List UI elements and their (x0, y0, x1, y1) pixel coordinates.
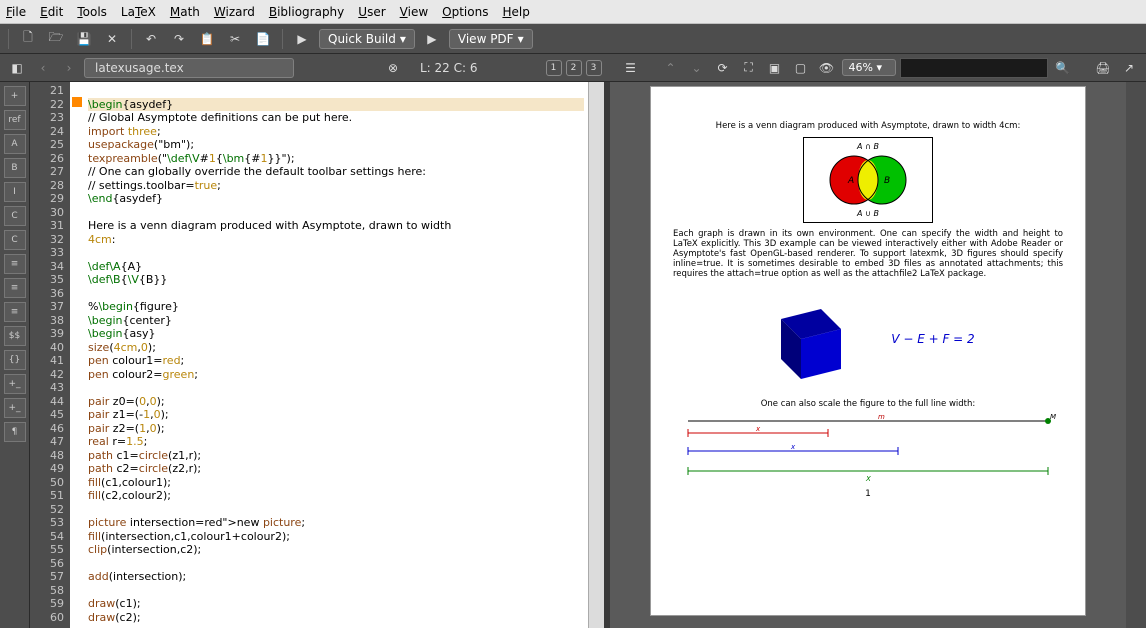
run-icon[interactable]: ▶ (291, 28, 313, 50)
svg-text:B: B (884, 176, 890, 186)
cut-icon[interactable]: ✂ (224, 28, 246, 50)
sync-icon[interactable]: ⟳ (712, 57, 734, 79)
cube-figure (761, 289, 861, 389)
pdf-preview[interactable]: Here is a venn diagram produced with Asy… (610, 82, 1126, 628)
pdf-para1: Here is a venn diagram produced with Asy… (673, 121, 1063, 131)
euler-formula: V − E + F = 2 (891, 332, 974, 346)
pdf-para3: One can also scale the figure to the ful… (673, 399, 1063, 409)
back-icon[interactable]: ‹ (32, 57, 54, 79)
venn-diagram: A B (808, 151, 928, 209)
bookmark-icon[interactable] (72, 97, 82, 107)
sidebar-btn-13[interactable]: +_ (4, 398, 26, 418)
page3-icon[interactable]: 3 (586, 60, 602, 76)
right-margin (1126, 82, 1146, 628)
new-file-icon[interactable]: 🗋 (17, 28, 39, 50)
sidebar-btn-8[interactable]: ≡ (4, 278, 26, 298)
svg-text:x: x (755, 425, 761, 433)
close-tab-icon[interactable]: ⊗ (382, 57, 404, 79)
external-icon[interactable]: ↗ (1118, 57, 1140, 79)
code-area[interactable]: \begin{asydef}// Global Asymptote defini… (84, 82, 588, 628)
open-file-icon[interactable]: 🗁 (45, 28, 67, 50)
file-tab[interactable]: latexusage.tex (84, 58, 294, 78)
menu-help[interactable]: Help (502, 5, 529, 19)
editor[interactable]: 2122232425262728293031323334353637383940… (30, 82, 588, 628)
svg-text:M: M (1050, 413, 1056, 421)
zoom-level[interactable]: 46% ▾ (842, 59, 896, 76)
pdf-venn-top: A ∩ B (808, 142, 928, 151)
menu-file[interactable]: File (6, 5, 26, 19)
print-icon[interactable]: 🖨 (1092, 57, 1114, 79)
editor-scrollbar[interactable] (588, 82, 604, 628)
menu-bibliography[interactable]: Bibliography (269, 5, 344, 19)
svg-text:m: m (878, 413, 885, 421)
cursor-position: L: 22 C: 6 (420, 61, 478, 75)
menu-edit[interactable]: Edit (40, 5, 63, 19)
left-sidebar: + ref A B I C C ≡ ≡ ≡ $$ {} +_ +_ ¶ (0, 82, 30, 628)
sidebar-btn-5[interactable]: C (4, 206, 26, 226)
menu-view[interactable]: View (400, 5, 428, 19)
paste-icon[interactable]: 📄 (252, 28, 274, 50)
line-gutter: 2122232425262728293031323334353637383940… (30, 82, 70, 628)
bookmark-strip (70, 82, 84, 628)
redo-icon[interactable]: ↷ (168, 28, 190, 50)
pdf-para2: Each graph is drawn in its own environme… (673, 229, 1063, 279)
page2-icon[interactable]: 2 (566, 60, 582, 76)
sidebar-btn-6[interactable]: C (4, 230, 26, 250)
menu-options[interactable]: Options (442, 5, 488, 19)
up-icon[interactable]: ⌃ (660, 57, 682, 79)
down-icon[interactable]: ⌄ (686, 57, 708, 79)
ruler-figure: m M x x X (678, 413, 1058, 483)
menu-tools[interactable]: Tools (77, 5, 107, 19)
sidebar-btn-2[interactable]: A (4, 134, 26, 154)
sidebar-btn-10[interactable]: $$ (4, 326, 26, 346)
page-number: 1 (673, 489, 1063, 499)
sidebar-btn-14[interactable]: ¶ (4, 422, 26, 442)
svg-text:x: x (790, 443, 796, 451)
menu-latex[interactable]: LaTeX (121, 5, 156, 19)
pdf-venn-bot: A ∪ B (808, 209, 928, 218)
search-input[interactable] (900, 58, 1048, 78)
page1-icon[interactable]: 1 (546, 60, 562, 76)
list-icon[interactable]: ☰ (620, 57, 642, 79)
fit3-icon[interactable]: ▢ (790, 57, 812, 79)
view-pdf-dropdown[interactable]: View PDF ▾ (449, 29, 533, 49)
save-icon[interactable]: 💾 (73, 28, 95, 50)
copy-icon[interactable]: 📋 (196, 28, 218, 50)
svg-text:X: X (865, 475, 871, 483)
main-area: + ref A B I C C ≡ ≡ ≡ $$ {} +_ +_ ¶ 2122… (0, 82, 1146, 628)
sidebar-btn-9[interactable]: ≡ (4, 302, 26, 322)
sidebar-btn-4[interactable]: I (4, 182, 26, 202)
fit2-icon[interactable]: ▣ (764, 57, 786, 79)
fit-icon[interactable]: ⛶ (738, 57, 760, 79)
svg-text:A: A (847, 176, 854, 186)
panel-toggle-icon[interactable]: ◧ (6, 57, 28, 79)
sidebar-btn-11[interactable]: {} (4, 350, 26, 370)
forward-icon[interactable]: › (58, 57, 80, 79)
run2-icon[interactable]: ▶ (421, 28, 443, 50)
sidebar-btn-3[interactable]: B (4, 158, 26, 178)
sidebar-btn-12[interactable]: +_ (4, 374, 26, 394)
eye-icon[interactable]: 👁 (816, 57, 838, 79)
pdf-page: Here is a venn diagram produced with Asy… (650, 86, 1086, 616)
sidebar-btn-1[interactable]: ref (4, 110, 26, 130)
menu-math[interactable]: Math (170, 5, 200, 19)
search-icon[interactable]: 🔍 (1052, 57, 1074, 79)
toolbar-main: 🗋 🗁 💾 ✕ ↶ ↷ 📋 ✂ 📄 ▶ Quick Build ▾ ▶ View… (0, 24, 1146, 54)
sidebar-btn-7[interactable]: ≡ (4, 254, 26, 274)
close-icon[interactable]: ✕ (101, 28, 123, 50)
toolbar-document: ◧ ‹ › latexusage.tex ⊗ L: 22 C: 6 1 2 3 … (0, 54, 1146, 82)
menubar: File Edit Tools LaTeX Math Wizard Biblio… (0, 0, 1146, 24)
undo-icon[interactable]: ↶ (140, 28, 162, 50)
menu-user[interactable]: User (358, 5, 385, 19)
quick-build-dropdown[interactable]: Quick Build ▾ (319, 29, 415, 49)
sidebar-btn-0[interactable]: + (4, 86, 26, 106)
menu-wizard[interactable]: Wizard (214, 5, 255, 19)
